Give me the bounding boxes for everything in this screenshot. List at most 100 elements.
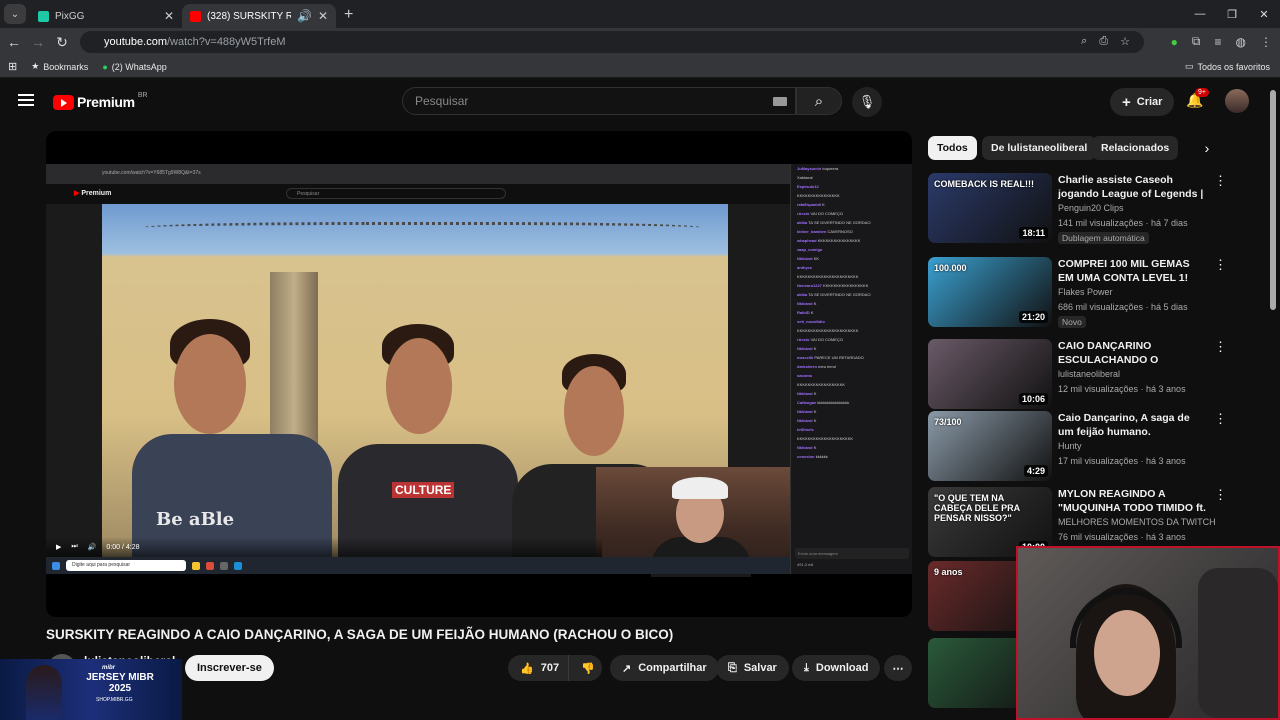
related-title: MYLON REAGINDO A "MUQUINHA TODO TIMIDO f… (1058, 488, 1206, 514)
volume-icon: 🔊 (87, 544, 97, 551)
back-icon[interactable]: ← (2, 34, 26, 50)
tab-pixgg[interactable]: PixGG ✕ (30, 4, 182, 28)
chat-user: conexion (797, 454, 815, 459)
dislike-button[interactable]: 👎 (568, 655, 602, 681)
thumbnail-text: 73/100 (934, 417, 962, 427)
like-button[interactable]: 👍 707 (508, 655, 568, 681)
download-label: Download (815, 662, 869, 674)
search-button[interactable]: ⌕ (796, 87, 842, 115)
reload-icon[interactable]: ↻ (50, 34, 74, 51)
install-icon[interactable]: ⎙ (1099, 35, 1108, 48)
more-vertical-icon[interactable]: ⋮ (1214, 487, 1227, 503)
save-button[interactable]: ⎘ Salvar (716, 655, 789, 681)
chat-message: K (813, 418, 817, 423)
media-control-icon[interactable]: ≡ (1215, 35, 1222, 49)
extensions-puzzle-icon[interactable]: ⧉ (1192, 34, 1201, 49)
tab-youtube[interactable]: (328) SURSKITY REAGINDO 🔊 ✕ (182, 4, 336, 28)
chat-user: darksheen (797, 364, 818, 369)
all-bookmarks[interactable]: ▭ Todos os favoritos (1185, 61, 1270, 72)
chat-line: Nkkland K (791, 443, 912, 452)
more-vertical-icon[interactable]: ⋮ (1214, 339, 1227, 355)
chat-line: Nkkland K (791, 407, 912, 416)
chat-message: meu heroi (818, 364, 836, 369)
menu-icon[interactable] (18, 94, 34, 106)
chip-related[interactable]: Relacionados (1092, 136, 1179, 160)
voice-search-button[interactable]: 🎙 (852, 87, 882, 117)
chat-user: anthycc (797, 265, 813, 270)
inner-logo-text: Premium (81, 190, 112, 197)
chat-user: rAcslo (797, 211, 810, 216)
subscribe-button[interactable]: Inscrever-se (185, 655, 274, 681)
create-button[interactable]: + Criar (1110, 88, 1175, 116)
chat-message: KKKKKKKKKKKKKKKK (817, 238, 861, 243)
chat-message: Xablaeal (797, 175, 813, 180)
related-video[interactable]: 10:06 CAIO DANÇARINO ESCULACHANDO O OVELH… (928, 339, 1268, 411)
chevron-right-icon[interactable]: › (1196, 138, 1218, 158)
close-tab-icon[interactable]: ✕ (164, 9, 174, 23)
search-input[interactable]: Pesquisar (402, 87, 796, 115)
more-actions-button[interactable]: ⋯ (884, 655, 912, 681)
video-thumbnail[interactable]: 73/100 4:29 (928, 411, 1052, 481)
restore-icon[interactable]: ❐ (1216, 0, 1248, 28)
new-tab-icon[interactable]: + (344, 6, 353, 24)
audio-icon[interactable]: 🔊 (297, 9, 312, 23)
close-tab-icon[interactable]: ✕ (318, 9, 328, 23)
share-label: Compartilhar (638, 662, 707, 674)
star-icon: ★ (31, 61, 40, 71)
chat-message: KKKKKKKKKKKKKKKKKKKKKKK (797, 274, 859, 279)
chat-user: seti_nocallidio (797, 319, 825, 324)
chat-user: letDinels (797, 427, 814, 432)
download-button[interactable]: ⤓ Download (792, 655, 881, 681)
duration-badge: 18:11 (1019, 227, 1048, 239)
chip-channel[interactable]: De lulistaneoliberal (982, 136, 1097, 160)
share-button[interactable]: ↗ Compartilhar (610, 655, 719, 681)
extension-icon[interactable]: ● (1171, 35, 1178, 49)
logo-text: Premium (77, 94, 135, 110)
profile-icon[interactable]: ◍ (1236, 35, 1246, 49)
thumbnail-text: COMEBACK IS REAL!!! (934, 179, 1034, 189)
close-window-icon[interactable]: ✕ (1248, 0, 1280, 28)
chat-message: K (813, 301, 817, 306)
browser-menu-icon[interactable]: ⋮ (1260, 35, 1272, 49)
inner-search: Pesquisar (286, 188, 506, 199)
shirt-print: Be aBle (156, 509, 235, 530)
video-player[interactable]: youtube.com/watch?v=Y685Tg9W8Q&t=37s ▶ P… (46, 131, 912, 617)
bookmark-whatsapp[interactable]: ● (2) WhatsApp (102, 62, 166, 72)
youtube-premium-logo[interactable]: Premium BR (53, 92, 148, 110)
chat-message: K (813, 445, 817, 450)
address-bar[interactable]: youtube.com/watch?v=488yW5TrfeM ⌕ ⎙ ☆ (80, 31, 1144, 53)
minimize-icon[interactable]: — (1184, 0, 1216, 28)
zoom-icon[interactable]: ⌕ (1081, 35, 1087, 48)
tab-title: (328) SURSKITY REAGINDO (207, 10, 291, 22)
related-video[interactable]: 100.000 21:20 COMPREI 100 MIL GEMAS EM UMA… (928, 257, 1268, 329)
forward-icon[interactable]: → (26, 34, 50, 50)
chat-count: 491,3 mil (797, 562, 814, 567)
more-vertical-icon[interactable]: ⋮ (1214, 257, 1227, 273)
keyboard-icon[interactable] (773, 97, 787, 106)
chat-line: marcelili PARECE UM RETARDADO (791, 353, 912, 362)
chip-all[interactable]: Todos (928, 136, 977, 160)
chat-line: akiba TA SE DIVERTINDO NE GORDAO (791, 218, 912, 227)
chat-user: zaap_comigo (797, 247, 823, 252)
related-video[interactable]: COMEBACK IS REAL!!! 18:11 Charlie assiste … (928, 173, 1268, 245)
more-vertical-icon[interactable]: ⋮ (1214, 411, 1227, 427)
bookmark-star-icon[interactable]: ☆ (1120, 35, 1130, 48)
page-scrollbar[interactable] (1270, 90, 1276, 310)
video-thumbnail[interactable]: 10:06 (928, 339, 1052, 409)
video-thumbnail[interactable]: 100.000 21:20 (928, 257, 1052, 327)
tab-search-button[interactable]: ⌄ (4, 4, 26, 24)
chat-message: VAI DO COMEÇO (810, 211, 843, 216)
related-tag: Novo (1058, 316, 1086, 328)
window-controls: — ❐ ✕ (1184, 0, 1280, 28)
chat-line: anthycc (791, 263, 912, 272)
video-thumbnail[interactable]: COMEBACK IS REAL!!! 18:11 (928, 173, 1052, 243)
bookmarks-folder[interactable]: ★ Bookmarks (31, 61, 88, 72)
webcam-overlay (1016, 546, 1280, 720)
related-video[interactable]: 73/100 4:29 Caio Dançarino, A saga de um f… (928, 411, 1268, 483)
more-vertical-icon[interactable]: ⋮ (1214, 173, 1227, 189)
notifications-button[interactable]: 🔔 9+ (1186, 88, 1209, 109)
account-avatar[interactable] (1225, 89, 1249, 113)
apps-icon[interactable]: ⊞ (8, 60, 17, 73)
app-icon (220, 561, 228, 570)
whatsapp-icon: ● (102, 61, 108, 72)
